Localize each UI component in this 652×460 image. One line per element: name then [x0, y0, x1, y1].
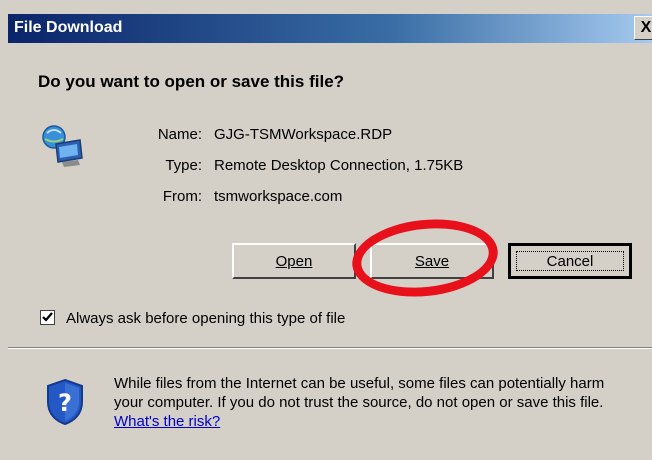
file-name-value: GJG-TSMWorkspace.RDP: [214, 126, 393, 143]
svg-text:?: ?: [58, 389, 72, 417]
file-download-dialog: File Download X Do you want to open or s…: [0, 0, 652, 460]
separator: [8, 347, 652, 349]
open-button[interactable]: Open: [232, 243, 356, 279]
open-button-label: Open: [275, 252, 313, 270]
remote-desktop-icon: [42, 125, 83, 167]
checkmark-icon: [42, 312, 53, 322]
warning-text: While files from the Internet can be use…: [114, 374, 634, 431]
from-label: From:: [162, 188, 202, 205]
warning-body: While files from the Internet can be use…: [114, 375, 605, 411]
dialog-title: File Download: [14, 19, 123, 36]
file-type-value: Remote Desktop Connection, 1.75KB: [214, 157, 464, 174]
cancel-button[interactable]: Cancel: [508, 243, 632, 279]
risk-link[interactable]: What's the risk?: [114, 413, 220, 430]
cancel-button-label: Cancel: [546, 252, 594, 270]
save-button[interactable]: Save: [370, 243, 494, 279]
question-text: Do you want to open or save this file?: [38, 72, 345, 91]
title-bar: File Download X: [8, 14, 652, 43]
always-ask-checkbox[interactable]: [40, 310, 55, 325]
type-label: Type:: [165, 157, 202, 174]
shield-question-icon: ?: [47, 378, 83, 426]
save-button-label: Save: [414, 252, 450, 270]
always-ask-label: Always ask before opening this type of f…: [66, 310, 346, 327]
close-button[interactable]: X: [634, 16, 652, 40]
name-label: Name:: [157, 126, 202, 143]
file-from-value: tsmworkspace.com: [214, 188, 343, 205]
